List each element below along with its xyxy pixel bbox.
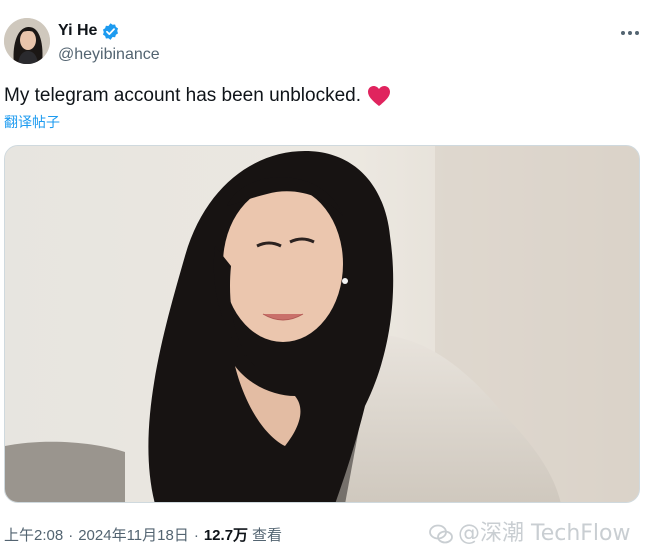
- tweet-time[interactable]: 上午2:08: [4, 526, 63, 546]
- watermark-text: @深潮 TechFlow: [458, 521, 631, 546]
- verified-badge-icon: [101, 22, 120, 41]
- meta-separator: ·: [193, 527, 199, 544]
- translate-post-link[interactable]: 翻译帖子: [4, 113, 60, 131]
- author-name-row: Yi He: [58, 21, 120, 41]
- watermark: @深潮 TechFlow: [428, 520, 631, 548]
- wechat-logo-icon: [428, 521, 454, 547]
- views-count: 12.7万: [203, 527, 249, 544]
- meta-separator: ·: [68, 527, 74, 544]
- views-label: 查看: [252, 527, 283, 544]
- display-name[interactable]: Yi He: [58, 21, 97, 41]
- tweet-body: My telegram account has been unblocked.: [4, 85, 361, 106]
- more-options-icon[interactable]: [617, 20, 643, 46]
- author-handle[interactable]: @heyibinance: [58, 45, 160, 65]
- tweet-card: Yi He @heyibinance My telegram account h…: [0, 0, 654, 556]
- tweet-date[interactable]: 2024年11月18日: [78, 526, 189, 546]
- tweet-photo[interactable]: [4, 145, 640, 503]
- heart-icon: [367, 85, 391, 107]
- tweet-meta: 上午2:08 · 2024年11月18日 · 12.7万 查看: [4, 526, 282, 546]
- avatar[interactable]: [4, 18, 50, 64]
- tweet-text: My telegram account has been unblocked.: [4, 84, 391, 108]
